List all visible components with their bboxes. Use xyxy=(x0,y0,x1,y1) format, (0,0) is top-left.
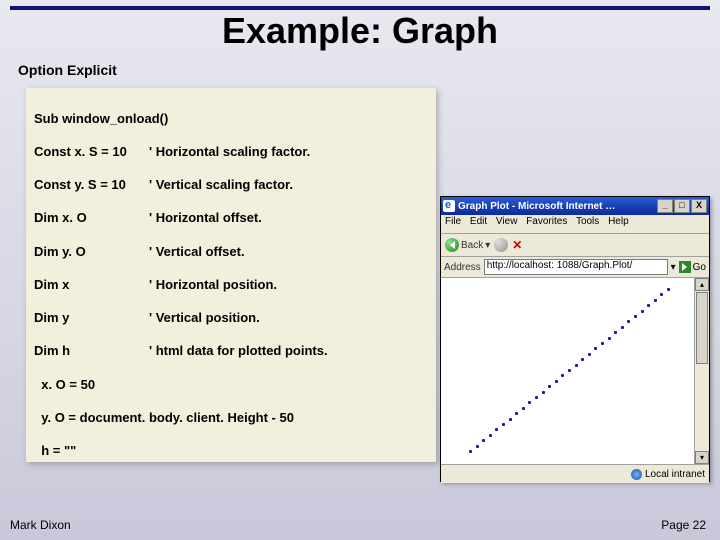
vertical-scrollbar[interactable]: ▴ ▾ xyxy=(694,278,709,464)
code-line: h = "" xyxy=(34,443,428,460)
plot-dot xyxy=(528,401,531,404)
plot-dot xyxy=(654,299,657,302)
plot-dot xyxy=(614,331,617,334)
code-line: Sub window_onload() xyxy=(34,111,428,128)
arrow-left-icon xyxy=(450,241,455,249)
plot-dot xyxy=(535,396,538,399)
maximize-button[interactable]: □ xyxy=(674,199,690,213)
menu-edit[interactable]: Edit xyxy=(470,216,487,227)
plot-dot xyxy=(515,412,518,415)
plot-dot xyxy=(502,423,505,426)
code-block: Sub window_onload() Const x. S = 10' Hor… xyxy=(26,88,436,462)
scroll-thumb[interactable] xyxy=(696,292,708,364)
menu-view[interactable]: View xyxy=(496,216,518,227)
plot-dot xyxy=(594,347,597,350)
plot-dot xyxy=(482,439,485,442)
plot-dot xyxy=(568,369,571,372)
plot-dot xyxy=(542,391,545,394)
ie-icon xyxy=(443,200,455,212)
menu-help[interactable]: Help xyxy=(608,216,629,227)
plot-dot xyxy=(561,374,564,377)
browser-statusbar: Local intranet xyxy=(441,465,709,483)
stop-button[interactable]: ✕ xyxy=(512,238,522,252)
window-controls: _ □ X xyxy=(657,199,707,213)
plot-dot xyxy=(647,304,650,307)
code-line: Dim x' Horizontal position. xyxy=(34,277,428,294)
menu-favorites[interactable]: Favorites xyxy=(526,216,567,227)
go-label: Go xyxy=(693,262,706,273)
browser-titlebar: Graph Plot - Microsoft Internet … _ □ X xyxy=(441,197,709,215)
address-bar: Address http://localhost: 1088/Graph.Plo… xyxy=(441,257,709,278)
browser-viewport: ▴ ▾ xyxy=(441,278,709,465)
close-button[interactable]: X xyxy=(691,199,707,213)
code-line: y. O = document. body. client. Height - … xyxy=(34,410,428,427)
footer-author: Mark Dixon xyxy=(10,518,71,532)
plot-dot xyxy=(489,434,492,437)
plot-dot xyxy=(495,428,498,431)
footer-page: Page 22 xyxy=(661,518,706,532)
plot-dot xyxy=(575,364,578,367)
go-icon xyxy=(679,261,691,273)
plot-dot xyxy=(509,418,512,421)
plot-dot xyxy=(581,358,584,361)
address-label: Address xyxy=(444,262,481,273)
chevron-down-icon: ▾ xyxy=(485,240,490,251)
back-label: Back xyxy=(461,240,483,251)
code-line: x. O = 50 xyxy=(34,377,428,394)
code-line: Dim y' Vertical position. xyxy=(34,310,428,327)
plot-dot xyxy=(469,450,472,453)
plot-dot xyxy=(621,326,624,329)
slide-title: Example: Graph xyxy=(0,10,720,52)
plot-dot xyxy=(476,445,479,448)
browser-toolbar: Back ▾ ✕ xyxy=(441,234,709,257)
chevron-down-icon[interactable]: ▾ xyxy=(671,262,676,273)
go-button[interactable]: Go xyxy=(679,261,706,273)
plot-dot xyxy=(601,342,604,345)
back-button[interactable]: Back ▾ xyxy=(445,238,490,252)
address-input[interactable]: http://localhost: 1088/Graph.Plot/ xyxy=(484,259,668,275)
browser-window: Graph Plot - Microsoft Internet … _ □ X … xyxy=(440,196,710,482)
code-line: Dim y. O' Vertical offset. xyxy=(34,244,428,261)
code-line: Const x. S = 10' Horizontal scaling fact… xyxy=(34,144,428,161)
slide: Example: Graph Option Explicit Sub windo… xyxy=(0,0,720,540)
plot-dot xyxy=(627,320,630,323)
scroll-down-button[interactable]: ▾ xyxy=(695,451,709,464)
browser-menubar: File Edit View Favorites Tools Help xyxy=(441,215,709,234)
plot-dot xyxy=(522,407,525,410)
plot-dot xyxy=(588,353,591,356)
plot-dot xyxy=(667,288,670,291)
forward-button[interactable] xyxy=(494,238,508,252)
menu-file[interactable]: File xyxy=(445,216,461,227)
code-line: Const y. S = 10' Vertical scaling factor… xyxy=(34,177,428,194)
scroll-up-button[interactable]: ▴ xyxy=(695,278,709,291)
code-line: Dim x. O' Horizontal offset. xyxy=(34,210,428,227)
plot-dot xyxy=(548,385,551,388)
plot-dot xyxy=(660,293,663,296)
option-explicit-label: Option Explicit xyxy=(18,62,117,78)
code-line: Dim h' html data for plotted points. xyxy=(34,343,428,360)
plot-dot xyxy=(634,315,637,318)
status-text: Local intranet xyxy=(645,469,705,480)
browser-title: Graph Plot - Microsoft Internet … xyxy=(458,201,615,212)
minimize-button[interactable]: _ xyxy=(657,199,673,213)
plot-dot xyxy=(608,337,611,340)
plot-dot xyxy=(555,380,558,383)
intranet-icon xyxy=(631,469,642,480)
plot-dot xyxy=(641,310,644,313)
forward-icon xyxy=(494,238,508,252)
menu-tools[interactable]: Tools xyxy=(576,216,599,227)
